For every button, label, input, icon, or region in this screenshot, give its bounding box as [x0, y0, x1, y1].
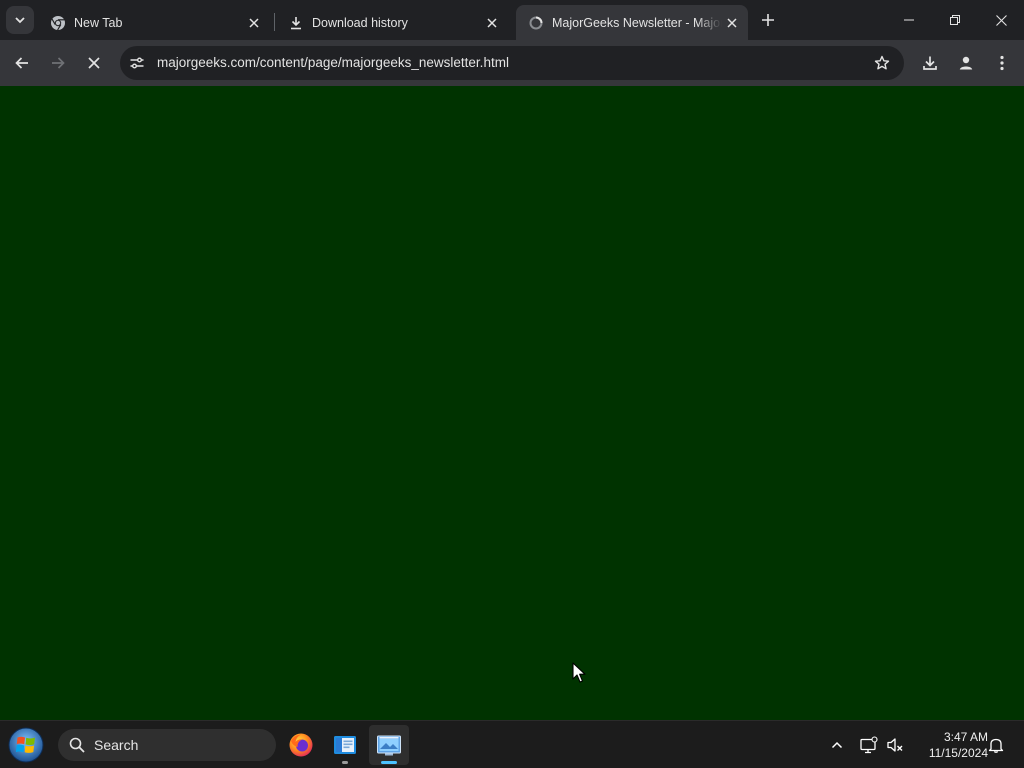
file-explorer-taskbar-button[interactable] — [325, 725, 365, 765]
volume-tray-button[interactable] — [885, 735, 905, 755]
taskbar-search-box[interactable]: Search — [58, 729, 276, 761]
active-app-taskbar-button[interactable] — [369, 725, 409, 765]
tune-icon — [130, 57, 144, 69]
chrome-icon — [50, 15, 66, 31]
tab-divider — [274, 13, 275, 31]
arrow-right-icon — [52, 57, 65, 69]
clock-time: 3:47 AM — [943, 730, 988, 744]
chevron-up-icon — [831, 741, 843, 749]
bell-icon — [988, 738, 1004, 753]
loading-icon — [528, 15, 544, 31]
tab-download-history[interactable]: Download history — [276, 5, 508, 40]
site-info-button[interactable] — [124, 50, 150, 76]
restore-button[interactable] — [932, 0, 978, 40]
stop-loading-button[interactable] — [80, 49, 108, 77]
firefox-taskbar-button[interactable] — [281, 725, 321, 765]
url-text[interactable]: majorgeeks.com/content/page/majorgeeks_n… — [157, 55, 509, 70]
active-app-icon — [377, 735, 401, 756]
tab-title: Download history — [312, 15, 408, 30]
firefox-icon — [289, 733, 313, 757]
tab-majorgeeks-newsletter[interactable]: MajorGeeks Newsletter - MajorGeeks — [516, 5, 748, 40]
page-content[interactable] — [0, 86, 1024, 720]
close-icon — [88, 57, 100, 69]
url-host: majorgeeks.com — [157, 55, 257, 70]
download-icon — [923, 56, 937, 70]
running-indicator — [342, 761, 348, 764]
taskbar: Search 3:47 AM 11/15/2024 — [0, 720, 1024, 768]
back-button[interactable] — [8, 49, 36, 77]
tab-search-button[interactable] — [6, 6, 34, 34]
clock-date: 11/15/2024 — [928, 746, 988, 760]
menu-button[interactable] — [988, 49, 1016, 77]
close-tab-icon[interactable] — [482, 13, 502, 33]
downloads-button[interactable] — [916, 49, 944, 77]
tab-title: New Tab — [74, 15, 123, 30]
forward-button[interactable] — [44, 49, 72, 77]
tab-strip: New Tab Download history MajorGeeks News… — [0, 0, 1024, 40]
tab-title: MajorGeeks Newsletter - MajorGeeks — [552, 15, 722, 30]
minimize-icon — [904, 19, 914, 21]
network-icon — [860, 736, 878, 754]
new-tab-button[interactable] — [756, 8, 780, 32]
chevron-down-icon — [15, 17, 25, 24]
running-indicator — [381, 761, 397, 764]
close-window-button[interactable] — [978, 0, 1024, 40]
download-icon — [288, 15, 304, 31]
network-tray-button[interactable] — [859, 735, 879, 755]
address-bar[interactable]: majorgeeks.com/content/page/majorgeeks_n… — [120, 46, 904, 80]
more-vertical-icon — [1000, 55, 1004, 71]
show-hidden-icons-button[interactable] — [827, 735, 847, 755]
tab-new-tab[interactable]: New Tab — [38, 5, 270, 40]
url-path: /content/page/majorgeeks_newsletter.html — [256, 55, 509, 70]
search-icon — [68, 736, 86, 754]
notifications-button[interactable] — [986, 735, 1006, 755]
arrow-left-icon — [15, 57, 28, 69]
windows-logo-icon — [8, 727, 44, 763]
browser-toolbar: majorgeeks.com/content/page/majorgeeks_n… — [0, 40, 1024, 86]
volume-muted-icon — [887, 738, 903, 752]
start-button[interactable] — [8, 727, 44, 763]
plus-icon — [762, 14, 774, 26]
close-tab-icon[interactable] — [244, 13, 264, 33]
file-explorer-icon — [334, 736, 356, 754]
bookmark-button[interactable] — [870, 51, 894, 75]
restore-icon — [950, 15, 960, 25]
taskbar-clock[interactable]: 3:47 AM 11/15/2024 — [912, 729, 988, 761]
close-icon — [995, 14, 1007, 26]
search-label: Search — [94, 737, 139, 753]
close-tab-icon[interactable] — [722, 13, 742, 33]
person-icon — [959, 56, 973, 70]
star-icon — [874, 55, 890, 70]
minimize-button[interactable] — [886, 0, 932, 40]
mouse-cursor-icon — [572, 662, 586, 683]
profile-button[interactable] — [952, 49, 980, 77]
